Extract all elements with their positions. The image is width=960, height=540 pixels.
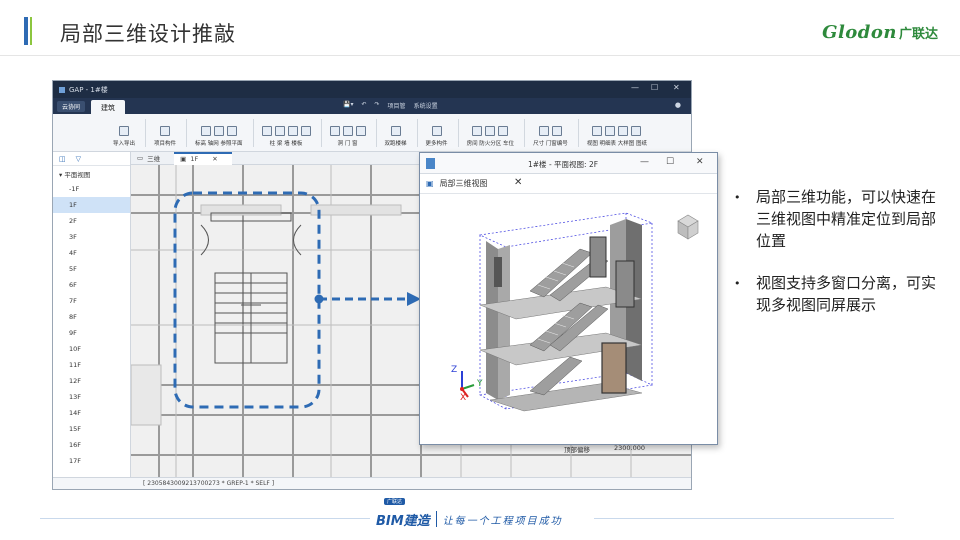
- redo-icon[interactable]: ↷: [375, 101, 380, 110]
- app-icon: [59, 86, 65, 93]
- ribbon-group-more[interactable]: 更多构件: [426, 126, 448, 147]
- ribbon-group-project[interactable]: 项目构件: [154, 126, 176, 147]
- local-3d-viewport[interactable]: Z Y X: [420, 195, 717, 444]
- app-window-title: GAP - 1#楼: [69, 85, 108, 94]
- ribbon-group-structure[interactable]: 柱 梁 墙 楼板: [261, 126, 311, 147]
- panel-toggle-icon[interactable]: ◫: [59, 155, 66, 163]
- axis-y-label: Y: [477, 379, 483, 389]
- property-value[interactable]: 2300.000: [614, 444, 645, 452]
- floor-item[interactable]: 17F: [53, 453, 130, 469]
- floating-window-titlebar[interactable]: 1#楼 - 平面视图: 2F — ☐ ✕: [420, 153, 717, 174]
- property-row: 顶部偏移 2300.000: [554, 440, 682, 470]
- ribbon-group-import[interactable]: 导入导出: [113, 126, 135, 147]
- minimize-icon[interactable]: —: [631, 83, 639, 92]
- title-accent-bar: [24, 17, 28, 45]
- close-icon[interactable]: ✕: [673, 83, 680, 92]
- window-icon: [426, 158, 435, 169]
- bullet-item: • 视图支持多窗口分离，可实现多视图同屏展示: [734, 272, 950, 316]
- bullet-item: • 局部三维功能，可以快速在三维视图中精准定位到局部位置: [734, 186, 950, 252]
- floor-item[interactable]: 4F: [53, 245, 130, 261]
- floor-item[interactable]: 7F: [53, 293, 130, 309]
- tab-1f[interactable]: ▣ 1F ✕: [174, 151, 232, 165]
- minimize-icon[interactable]: —: [640, 157, 649, 167]
- floor-item[interactable]: 16F: [53, 437, 130, 453]
- glodon-logo: Glodon 广联达: [822, 20, 938, 44]
- logo-text: Glodon: [822, 21, 897, 43]
- tab-close-icon[interactable]: ✕: [514, 177, 522, 188]
- bullet-text: 视图支持多窗口分离，可实现多视图同屏展示: [756, 274, 937, 314]
- plan-icon: ▣: [180, 155, 187, 163]
- close-icon[interactable]: ✕: [696, 157, 704, 167]
- floor-item[interactable]: 9F: [53, 325, 130, 341]
- floor-item[interactable]: 5F: [53, 261, 130, 277]
- app-tabbar: 云协同 建筑 💾▾ ↶ ↷ 项目管 系统设置 ●: [53, 98, 691, 116]
- bullet-dot-icon: •: [734, 191, 741, 204]
- view-icon: ▭: [137, 154, 144, 162]
- floor-item[interactable]: 15F: [53, 421, 130, 437]
- bullet-dot-icon: •: [734, 277, 741, 290]
- header-divider: [0, 55, 960, 56]
- maximize-icon[interactable]: ☐: [651, 83, 658, 92]
- status-bar: [ 2305843009213700273 * GREP-1 * SELF ]: [53, 477, 691, 489]
- floating-window-title: 1#楼 - 平面视图: 2F: [528, 160, 599, 169]
- ribbon-group-dimension[interactable]: 尺寸 门窗编号: [533, 126, 568, 147]
- tree-toolbar: ◫ ▽: [53, 152, 130, 166]
- axis-z-label: Z: [451, 365, 458, 375]
- floor-item[interactable]: 6F: [53, 277, 130, 293]
- floor-item[interactable]: 8F: [53, 309, 130, 325]
- filter-icon[interactable]: ▽: [76, 155, 81, 163]
- save-icon[interactable]: 💾▾: [343, 101, 353, 110]
- slide-title: 局部三维设计推敲: [60, 22, 236, 46]
- footer-brand: BIM建造: [376, 513, 430, 529]
- footer-separator: [435, 511, 437, 527]
- ribbon-group-stairs[interactable]: 双跑楼梯: [385, 126, 407, 147]
- floor-item[interactable]: 1F: [53, 197, 130, 213]
- floor-item[interactable]: -1F: [53, 181, 130, 197]
- floor-item[interactable]: 14F: [53, 405, 130, 421]
- undo-icon[interactable]: ↶: [361, 101, 366, 110]
- footer-line-left: [40, 518, 370, 519]
- floating-window-tabbar: ▣ 局部三维视图 ✕: [420, 174, 717, 194]
- footer-logo: BIM建造 让每一个工程项目成功: [376, 497, 586, 533]
- floor-item[interactable]: 10F: [53, 341, 130, 357]
- view-cube-icon: [677, 214, 699, 240]
- floor-item[interactable]: 12F: [53, 373, 130, 389]
- view3d-icon: ▣: [426, 179, 434, 188]
- app-titlebar: GAP - 1#楼 — ☐ ✕: [53, 81, 691, 98]
- help-icon[interactable]: ●: [675, 101, 681, 109]
- project-menu[interactable]: 项目管: [388, 101, 406, 110]
- slide: 局部三维设计推敲 Glodon 广联达 GAP - 1#楼 — ☐ ✕ 云协同 …: [0, 0, 960, 540]
- ribbon-group-rooms[interactable]: 房间 防火分区 车位: [467, 126, 514, 147]
- bullet-list: • 局部三维功能，可以快速在三维视图中精准定位到局部位置 • 视图支持多窗口分离…: [734, 186, 950, 336]
- ribbon-group-levels[interactable]: 标高 轴网 参照平面: [195, 126, 243, 147]
- status-text: [ 2305843009213700273 * GREP-1 * SELF ]: [143, 480, 275, 487]
- tab-3d[interactable]: ▭ 三维: [131, 152, 174, 165]
- bullet-text: 局部三维功能，可以快速在三维视图中精准定位到局部位置: [756, 188, 937, 250]
- tab-local-3d-view[interactable]: 局部三维视图: [440, 178, 488, 189]
- collapse-icon[interactable]: ▾: [59, 171, 62, 179]
- property-label: 顶部偏移: [564, 446, 590, 454]
- system-settings-menu[interactable]: 系统设置: [414, 101, 438, 110]
- floor-item[interactable]: 2F: [53, 213, 130, 229]
- tab-cloud[interactable]: 云协同: [57, 100, 86, 112]
- 3d-model-drawing: [460, 212, 699, 412]
- footer-slogan: 让每一个工程项目成功: [442, 515, 563, 527]
- floor-item[interactable]: 11F: [53, 357, 130, 373]
- footer-line-right: [594, 518, 894, 519]
- ribbon: 导入导出 项目构件 标高 轴网 参照平面 柱 梁 墙 楼板 洞 门 窗 双跑楼梯…: [53, 114, 691, 152]
- tab-close-icon[interactable]: ✕: [212, 155, 217, 163]
- view-tree-panel: ◫ ▽ ▾ 平面视图 -1F 1F 2F 3F 4F 5F 6F 7F 8F 9F 10F 11F 12…: [53, 152, 131, 479]
- ribbon-group-openings[interactable]: 洞 门 窗: [329, 126, 366, 147]
- floating-3d-window[interactable]: 1#楼 - 平面视图: 2F — ☐ ✕ ▣ 局部三维视图 ✕ Z Y X: [419, 152, 718, 445]
- toolbar-center: 💾▾ ↶ ↷ 项目管 系统设置: [343, 101, 438, 110]
- floor-item[interactable]: 3F: [53, 229, 130, 245]
- ribbon-group-views[interactable]: 视图 明细表 大样图 图纸: [587, 126, 647, 147]
- floor-list: -1F 1F 2F 3F 4F 5F 6F 7F 8F 9F 10F 11F 12F 13F 14F 15F 1…: [53, 181, 130, 469]
- tree-root-plan-views[interactable]: ▾ 平面视图: [53, 166, 130, 181]
- floor-item[interactable]: 13F: [53, 389, 130, 405]
- title-accent-bar-green: [30, 17, 32, 45]
- logo-cn: 广联达: [898, 26, 938, 42]
- axis-x-label: X: [460, 393, 467, 403]
- maximize-icon[interactable]: ☐: [666, 157, 674, 167]
